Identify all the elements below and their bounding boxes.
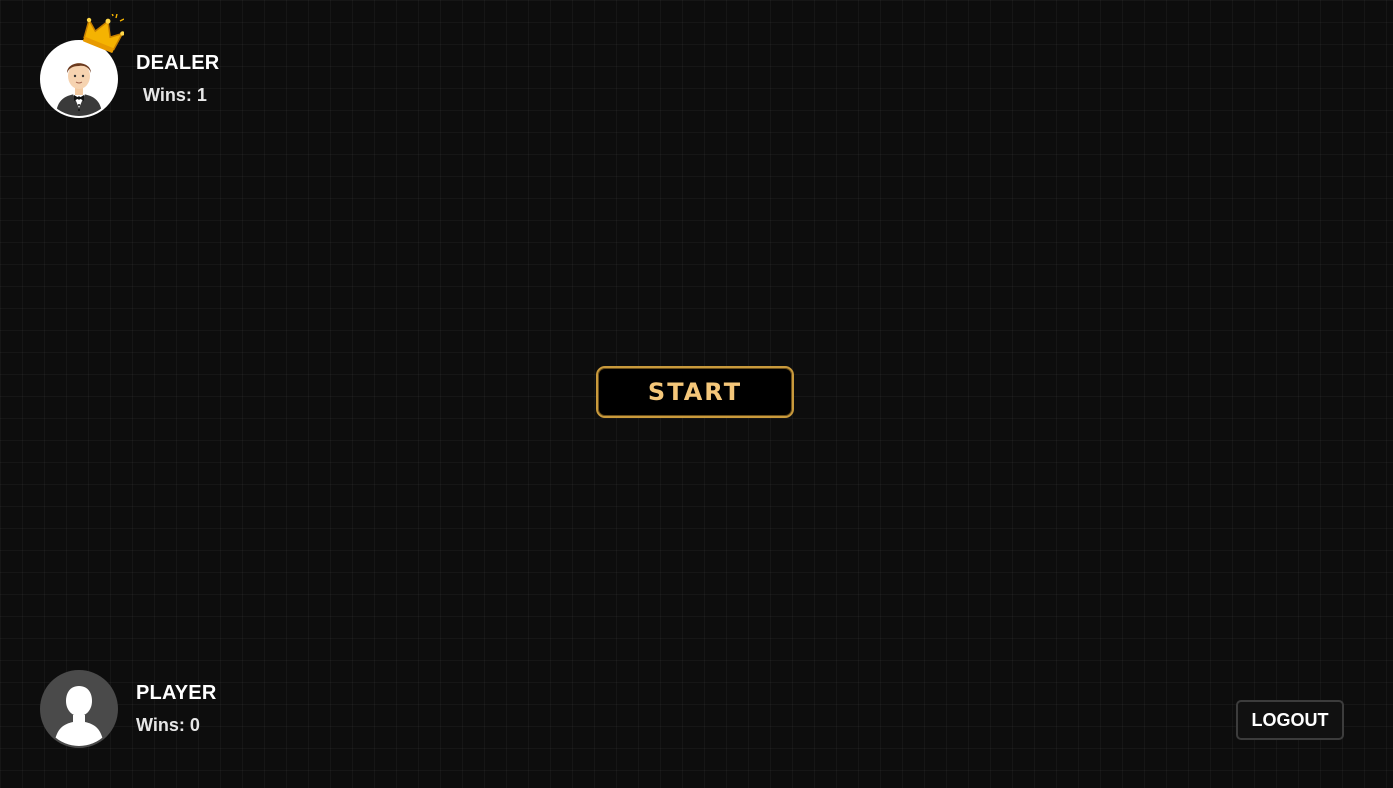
player-wins: Wins: 0	[136, 715, 200, 735]
player-name: PLAYER	[136, 682, 217, 704]
crown-icon	[82, 14, 124, 53]
dealer-avatar-wrap	[40, 14, 124, 118]
logout-button[interactable]: LOGOUT	[1236, 700, 1344, 740]
game-table: DEALER Wins: 1 START PLAYER Wins: 0 LOGO…	[0, 0, 1393, 788]
dealer-panel: DEALER Wins: 1	[40, 14, 219, 118]
user-silhouette-icon	[54, 686, 104, 746]
start-button[interactable]: START	[596, 366, 794, 418]
dealer-wins: Wins: 1	[143, 85, 207, 105]
player-panel: PLAYER Wins: 0	[40, 670, 217, 748]
player-avatar	[40, 670, 118, 748]
dealer-name: DEALER	[136, 52, 220, 74]
player-avatar-wrap	[40, 670, 118, 748]
dealer-info: DEALER Wins: 1	[136, 50, 219, 108]
player-info: PLAYER Wins: 0	[136, 680, 217, 738]
